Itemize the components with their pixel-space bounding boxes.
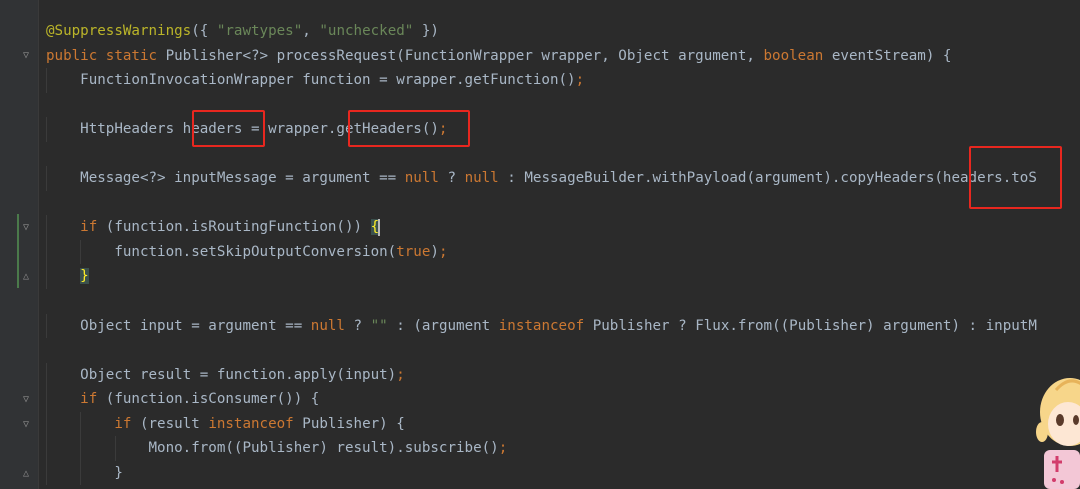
code-token: if	[114, 415, 140, 432]
code-line[interactable]: FunctionInvocationWrapper function = wra…	[46, 68, 1037, 93]
indent-guide	[46, 215, 48, 240]
code-token: : (argument	[387, 317, 499, 334]
indent-guide	[46, 436, 48, 461]
code-token: Message<?> inputMessage = argument ==	[46, 170, 405, 187]
editor-gutter: ▽ ▽ △ ▽ ▽ △	[0, 0, 39, 489]
code-token: "unchecked"	[319, 23, 414, 39]
indent-guide	[46, 166, 48, 191]
code-token: if	[80, 391, 106, 408]
code-token: )	[430, 243, 439, 260]
code-token: ;	[575, 72, 585, 89]
code-line[interactable]: Mono.from((Publisher) result).subscribe(…	[46, 436, 1037, 461]
code-token: "rawtypes"	[216, 23, 303, 39]
fold-icon[interactable]: △	[20, 468, 32, 480]
indent-guide	[46, 313, 48, 339]
code-token: @SuppressWarnings	[46, 23, 192, 39]
code-token: Object input = argument ==	[46, 317, 311, 334]
code-token: ?	[353, 317, 371, 334]
code-token: instanceof	[208, 415, 303, 432]
code-token: FunctionInvocationWrapper function = wra…	[46, 72, 576, 89]
code-token: ({	[191, 23, 217, 39]
code-token: : MessageBuilder.withPayload(argument).c…	[507, 170, 1037, 187]
code-line[interactable]	[46, 338, 1037, 363]
code-token: ;	[498, 440, 508, 457]
fold-icon[interactable]: △	[20, 271, 32, 283]
code-token: public static	[46, 47, 166, 64]
code-line[interactable]: Object result = function.apply(input);	[46, 362, 1037, 388]
fold-icon[interactable]: ▽	[20, 222, 32, 234]
fold-icon[interactable]: ▽	[20, 394, 32, 406]
indent-guide	[46, 117, 48, 142]
code-token: }	[46, 464, 123, 481]
code-token: Object result = function.apply(input)	[46, 366, 397, 383]
code-line[interactable]: if (function.isConsumer()) {	[46, 387, 1037, 412]
indent-guide	[46, 264, 48, 290]
code-line[interactable]: if (function.isRoutingFunction()) {	[46, 215, 1037, 240]
code-token: null	[310, 317, 354, 334]
code-token: function.setSkipOutputConversion(	[46, 243, 397, 260]
code-token: })	[413, 23, 439, 39]
code-token: ?	[447, 170, 465, 187]
fold-icon[interactable]: ▽	[20, 419, 32, 431]
indent-guide	[46, 68, 48, 93]
code-area[interactable]: @SuppressWarnings({ "rawtypes", "uncheck…	[46, 19, 1037, 486]
indent-guide	[80, 460, 82, 486]
code-token: instanceof	[498, 317, 593, 334]
indent-guide	[80, 239, 82, 265]
code-token: ,	[302, 23, 320, 39]
indent-guide	[114, 436, 116, 461]
code-token: null	[404, 170, 448, 187]
code-token: boolean	[763, 47, 832, 64]
indent-guide	[80, 411, 82, 437]
code-token: Publisher) {	[302, 415, 405, 432]
code-line[interactable]	[46, 191, 1037, 216]
code-line[interactable]: Message<?> inputMessage = argument == nu…	[46, 166, 1037, 191]
code-token: ""	[370, 317, 388, 334]
code-token: null	[464, 170, 508, 187]
code-line[interactable]	[46, 93, 1037, 118]
code-token: (function.isRoutingFunction())	[105, 219, 371, 236]
code-token: Publisher<?> processRequest(FunctionWrap…	[165, 47, 764, 64]
mascot-sticker-icon	[1036, 378, 1080, 489]
indent-guide	[46, 387, 48, 412]
code-line[interactable]	[46, 142, 1037, 167]
code-token: Publisher ? Flux.from((Publisher) argume…	[592, 317, 1037, 334]
code-token: ;	[438, 121, 448, 138]
code-editor[interactable]: ▽ ▽ △ ▽ ▽ △ @SuppressWarnings({ "rawtype…	[0, 0, 1080, 489]
indent-guide	[46, 460, 48, 486]
code-line[interactable]: }	[46, 460, 1037, 486]
code-token: (result	[139, 415, 209, 432]
fold-icon[interactable]: ▽	[20, 50, 32, 62]
code-line[interactable]	[46, 289, 1037, 314]
code-token: HttpHeaders headers = wrapper.getHeaders…	[46, 121, 439, 138]
code-line[interactable]: if (result instanceof Publisher) {	[46, 411, 1037, 437]
code-token: true	[396, 243, 431, 260]
vcs-change-marker	[17, 214, 19, 288]
code-token: }	[80, 268, 89, 285]
code-line[interactable]: }	[46, 264, 1037, 290]
code-token: (function.isConsumer()) {	[105, 391, 320, 408]
text-caret	[378, 218, 381, 236]
code-token: eventStream) {	[831, 47, 952, 64]
code-line[interactable]: public static Publisher<?> processReques…	[46, 44, 1037, 69]
indent-guide	[46, 239, 48, 265]
code-line[interactable]: Object input = argument == null ? "" : (…	[46, 313, 1037, 339]
indent-guide	[80, 436, 82, 461]
code-token: ;	[396, 366, 405, 383]
indent-guide	[46, 362, 48, 388]
code-line[interactable]: HttpHeaders headers = wrapper.getHeaders…	[46, 117, 1037, 142]
code-token: ;	[438, 243, 448, 260]
code-line[interactable]: function.setSkipOutputConversion(true);	[46, 239, 1037, 265]
indent-guide	[46, 411, 48, 437]
code-token: if	[80, 219, 106, 236]
code-line[interactable]: @SuppressWarnings({ "rawtypes", "uncheck…	[46, 19, 1037, 44]
